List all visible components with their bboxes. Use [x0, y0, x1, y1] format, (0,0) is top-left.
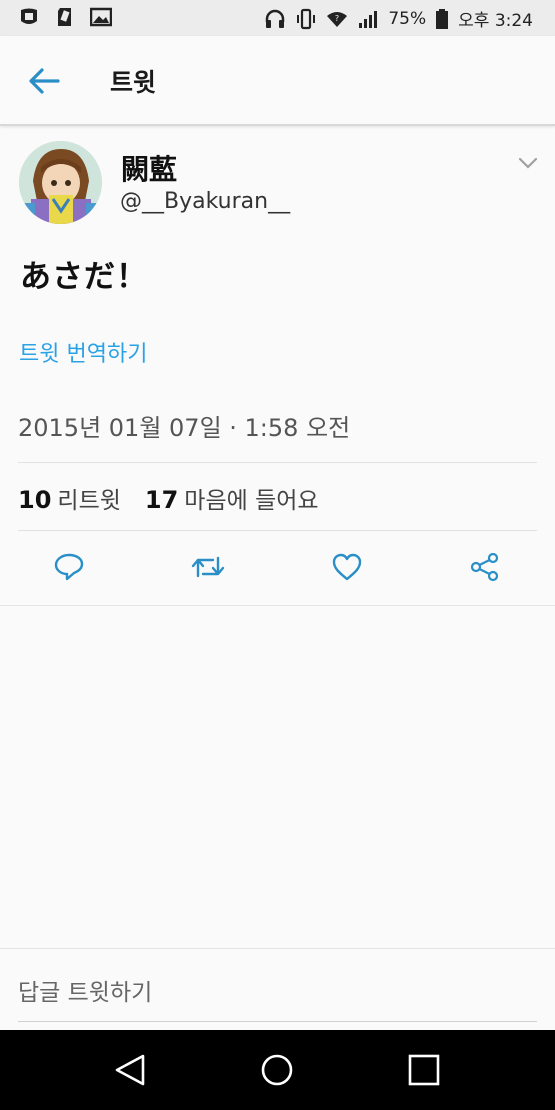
- nav-home-button[interactable]: [257, 1050, 297, 1090]
- retweet-count[interactable]: 10: [18, 486, 51, 514]
- like-label[interactable]: 마음에 들어요: [184, 481, 318, 515]
- headphones-icon: [266, 9, 285, 28]
- page-title: 트윗: [110, 68, 157, 97]
- more-options-button[interactable]: [517, 155, 539, 171]
- tweet-timestamp: 2015년 01월 07일 · 1:58 오전: [18, 414, 351, 442]
- divider: [18, 462, 537, 463]
- nav-recents-button[interactable]: [404, 1050, 444, 1090]
- like-button[interactable]: [325, 545, 369, 589]
- reply-input[interactable]: 답글 트윗하기: [18, 973, 152, 1007]
- signal-icon: [359, 10, 378, 28]
- reply-underline: [18, 1021, 537, 1022]
- avatar[interactable]: [19, 141, 102, 224]
- reply-button[interactable]: [47, 545, 91, 589]
- user-handle[interactable]: @__Byakuran__: [120, 189, 290, 214]
- circle-home-icon: [261, 1054, 293, 1086]
- share-button[interactable]: [463, 545, 507, 589]
- square-recents-icon: [408, 1054, 440, 1086]
- back-button[interactable]: [24, 64, 64, 98]
- wifi-icon: ?: [327, 11, 348, 27]
- status-bar: ? 75% 오후 3:24: [0, 0, 555, 36]
- tweet-actions: [0, 545, 555, 593]
- share-icon: [470, 552, 499, 582]
- sd-card-icon: [58, 8, 71, 26]
- navigation-bar: [0, 1030, 555, 1110]
- heart-icon: [332, 553, 362, 581]
- avatar-image: [19, 141, 102, 224]
- divider: [18, 530, 537, 531]
- divider: [0, 948, 555, 949]
- reply-bubble-icon: [54, 553, 84, 581]
- svg-text:?: ?: [335, 14, 339, 23]
- image-icon: [90, 7, 112, 27]
- battery-icon: [436, 8, 449, 29]
- tweet-stats: 10 리트윗 17 마음에 들어요: [18, 481, 319, 515]
- display-name[interactable]: 闕藍: [121, 148, 177, 188]
- translate-tweet-link[interactable]: 트윗 번역하기: [19, 336, 147, 368]
- app-icon: [21, 8, 37, 24]
- triangle-back-icon: [115, 1054, 145, 1086]
- clock: 오후 3:24: [458, 11, 533, 31]
- tweet-text: あさだ！: [20, 259, 148, 295]
- retweet-label[interactable]: 리트윗: [57, 481, 120, 515]
- nav-back-button[interactable]: [110, 1050, 150, 1090]
- vibrate-icon: [297, 8, 316, 29]
- retweet-icon: [191, 556, 225, 578]
- divider: [0, 605, 555, 606]
- back-arrow-icon: [29, 68, 60, 94]
- chevron-down-icon: [518, 157, 538, 169]
- retweet-button[interactable]: [186, 545, 230, 589]
- battery-percent: 75%: [388, 8, 427, 29]
- app-bar: 트윗: [0, 36, 555, 126]
- like-count[interactable]: 17: [145, 486, 178, 514]
